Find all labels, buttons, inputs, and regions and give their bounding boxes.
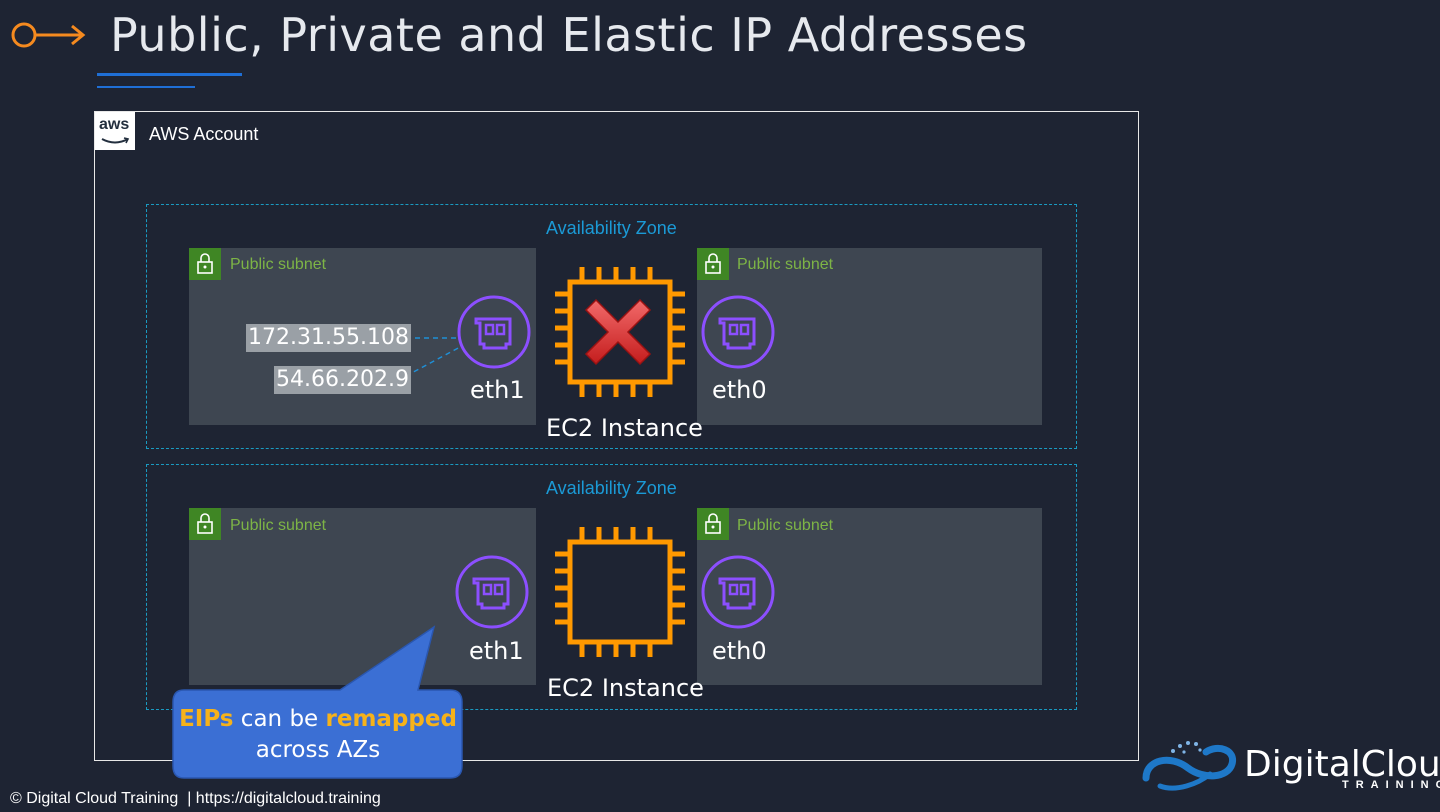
network-interface-icon — [701, 555, 775, 629]
callout-remapped: remapped — [325, 706, 457, 732]
lock-icon — [697, 248, 729, 280]
callout-can-be: can be — [233, 706, 326, 732]
ec2-chip-icon — [555, 527, 685, 657]
private-ip-address: 172.31.55.108 — [246, 324, 411, 352]
aws-logo-text: aws — [99, 116, 130, 133]
eni-label: eth1 — [470, 376, 525, 404]
network-interface-icon — [455, 555, 529, 629]
eni-label: eth0 — [712, 376, 767, 404]
aws-logo-icon: aws — [95, 112, 135, 150]
ec2-instance-label: EC2 Instance — [547, 674, 704, 702]
page-title: Public, Private and Elastic IP Addresses — [110, 8, 1028, 62]
subnet-label: Public subnet — [230, 517, 327, 534]
lock-icon — [189, 248, 221, 280]
account-label: AWS Account — [149, 124, 259, 144]
arrow-right-icon — [11, 22, 86, 48]
callout-line2: across AZs — [255, 737, 381, 763]
eni-label: eth1 — [469, 637, 524, 665]
ec2-instance-label: EC2 Instance — [546, 414, 703, 442]
lock-icon — [189, 508, 221, 540]
subnet-label: Public subnet — [737, 256, 834, 273]
subnet-label: Public subnet — [737, 517, 834, 534]
lock-icon — [697, 508, 729, 540]
elastic-ip-address: 54.66.202.9 — [274, 366, 411, 394]
subnet-label: Public subnet — [230, 256, 327, 273]
brand-tagline: TRAINING — [1342, 779, 1440, 791]
eni-label: eth0 — [712, 637, 767, 665]
az-label: Availability Zone — [546, 218, 677, 238]
network-interface-icon — [457, 295, 531, 369]
red-x-icon — [584, 298, 652, 366]
az-label: Availability Zone — [546, 478, 677, 498]
digitalcloud-logo-icon — [1142, 741, 1237, 791]
network-interface-icon — [701, 295, 775, 369]
callout-text: EIPs can be remapped across AZs — [174, 704, 462, 766]
callout-eips: EIPs — [179, 706, 234, 732]
title-underline — [97, 73, 242, 76]
title-underline-short — [97, 86, 195, 88]
footer-copyright: © Digital Cloud Training | https://digit… — [10, 790, 381, 807]
